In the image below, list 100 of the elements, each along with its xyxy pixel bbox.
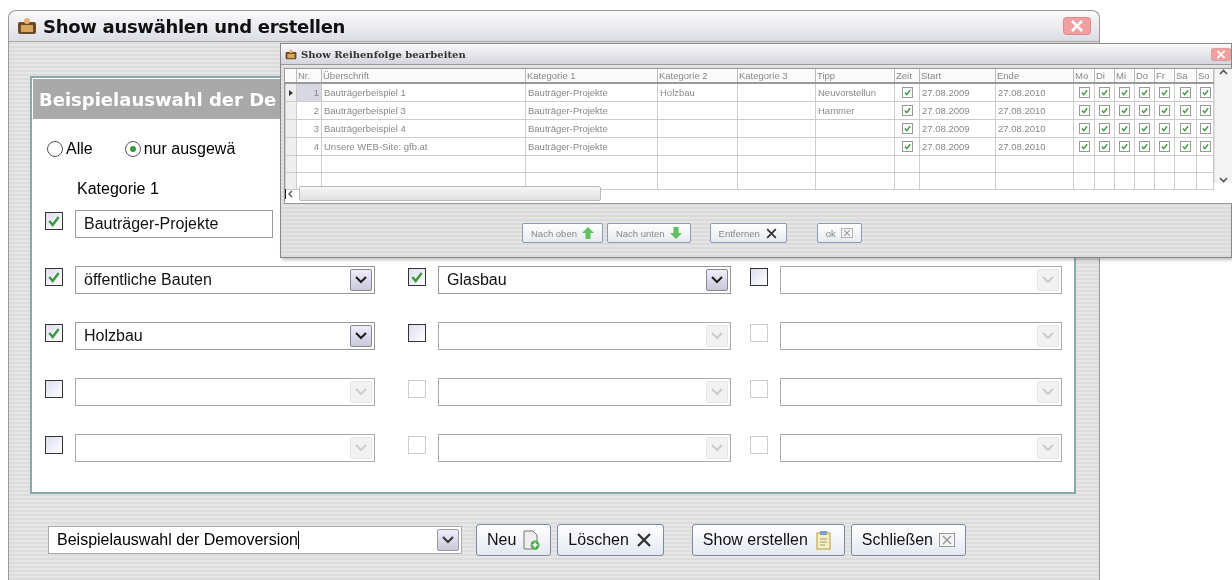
checkbox[interactable] [45,380,63,398]
close-icon[interactable] [1063,17,1091,35]
dialog-button[interactable]: Entfernen [709,223,787,243]
table-cell: Hammer [818,105,855,116]
dropdown[interactable] [438,378,731,406]
app-icon [285,48,297,60]
dialog-button[interactable]: Nach oben [522,223,603,243]
clipboard-icon [813,530,834,550]
vertical-scrollbar[interactable] [1214,69,1232,183]
dropdown[interactable] [780,378,1062,406]
action-button[interactable]: Neu [476,524,552,556]
dropdown[interactable] [438,434,731,462]
checkbox[interactable] [1078,123,1090,135]
checkbox[interactable] [1119,105,1130,117]
dropdown[interactable] [75,378,375,406]
checkbox[interactable] [1139,141,1150,153]
checkbox[interactable] [45,268,63,286]
dropdown[interactable] [75,434,375,462]
close-icon [938,533,955,547]
checkbox[interactable] [750,268,768,286]
checkbox[interactable] [1119,87,1130,99]
dropdown[interactable] [780,266,1062,294]
chevron-icon [442,536,454,544]
chevron-icon [1042,332,1054,340]
checkbox[interactable] [45,324,63,342]
checkbox[interactable] [1199,141,1211,153]
checkbox[interactable] [45,212,63,230]
dialog-title: Show Reihenfolge bearbeiten [301,48,467,60]
dropdown[interactable]: öffentliche Bauten [75,266,375,294]
checkbox[interactable] [1159,141,1170,153]
checkbox[interactable] [1119,123,1130,135]
checkbox[interactable] [1199,87,1211,99]
checkbox[interactable] [1078,105,1090,117]
checkbox[interactable] [1159,105,1170,117]
table-cell: 27.08.2009 [922,141,970,152]
action-button[interactable]: Show erstellen [691,524,845,556]
checkbox[interactable] [901,87,913,99]
checkbox[interactable] [1139,105,1150,117]
dropdown[interactable]: Bauträger-Projekte [75,210,273,238]
dialog-button[interactable]: Nach unten [606,223,691,243]
dropdown[interactable] [780,322,1062,350]
window-title: Show auswählen und erstellen [43,15,347,37]
dropdown[interactable] [780,434,1062,462]
radio-option[interactable]: nur ausgewä [124,140,236,158]
checkbox[interactable] [901,141,913,153]
checkbox[interactable] [1099,141,1110,153]
checkbox[interactable] [1180,87,1191,99]
checkbox[interactable] [1078,141,1090,153]
show-name-field[interactable]: Beispielauswahl der Demoversion [48,526,462,554]
table-cell: Bauträger-Projekte [528,87,608,98]
action-button[interactable]: Löschen [557,524,664,556]
checkbox[interactable] [1180,141,1191,153]
chevron-icon [1042,276,1054,284]
checkbox[interactable] [1159,87,1170,99]
dialog-button[interactable]: ok [816,223,862,243]
checkbox[interactable] [1078,87,1090,99]
checkbox[interactable] [1139,87,1150,99]
checkbox[interactable] [1119,141,1130,153]
column-header[interactable]: Tipp [817,70,836,81]
column-header[interactable]: Überschrift [323,70,369,81]
checkbox[interactable] [1099,105,1110,117]
table-cell: 1 [313,87,319,98]
dropdown[interactable] [438,322,731,350]
column-label: Kategorie 1 [77,180,159,197]
row-header[interactable] [285,83,297,102]
table-cell: Bauträgerbeispiel 3 [324,105,406,116]
checkbox[interactable] [1099,123,1110,135]
checkbox[interactable] [1139,123,1150,135]
dropdown[interactable]: Holzbau [75,322,375,350]
table-cell: Unsere WEB-Site: gfb.at [324,141,428,152]
table-cell: Bauträger-Projekte [528,141,608,152]
chevron-icon [711,276,723,284]
chevron-icon [355,276,367,284]
table-cell: 27.08.2010 [998,123,1046,134]
checkbox[interactable] [408,268,426,286]
cross-icon [634,531,653,549]
table-cell: 27.08.2010 [998,105,1046,116]
arrow-up-icon [581,227,594,239]
checkbox[interactable] [1199,105,1211,117]
checkbox[interactable] [1159,123,1170,135]
checkbox[interactable] [1099,87,1110,99]
table-cell: 27.08.2009 [922,105,970,116]
action-button[interactable]: Schließen [850,524,966,556]
checkbox[interactable] [901,123,913,135]
chevron-down-icon [1219,177,1228,183]
chevron-icon [1042,444,1054,452]
table-cell: 27.08.2010 [998,87,1046,98]
checkbox[interactable] [408,324,426,342]
chevron-up-icon [1219,69,1228,75]
checkbox[interactable] [45,436,63,454]
table-cell: Bauträgerbeispiel 4 [324,123,406,134]
checkbox[interactable] [1180,123,1191,135]
radio-option[interactable]: Alle [47,140,93,158]
chevron-icon [711,444,723,452]
dropdown[interactable]: Glasbau [438,266,731,294]
table-cell: 3 [313,123,319,134]
checkbox[interactable] [1199,123,1211,135]
chevron-icon [355,388,367,396]
checkbox[interactable] [1180,105,1191,117]
checkbox[interactable] [901,105,913,117]
